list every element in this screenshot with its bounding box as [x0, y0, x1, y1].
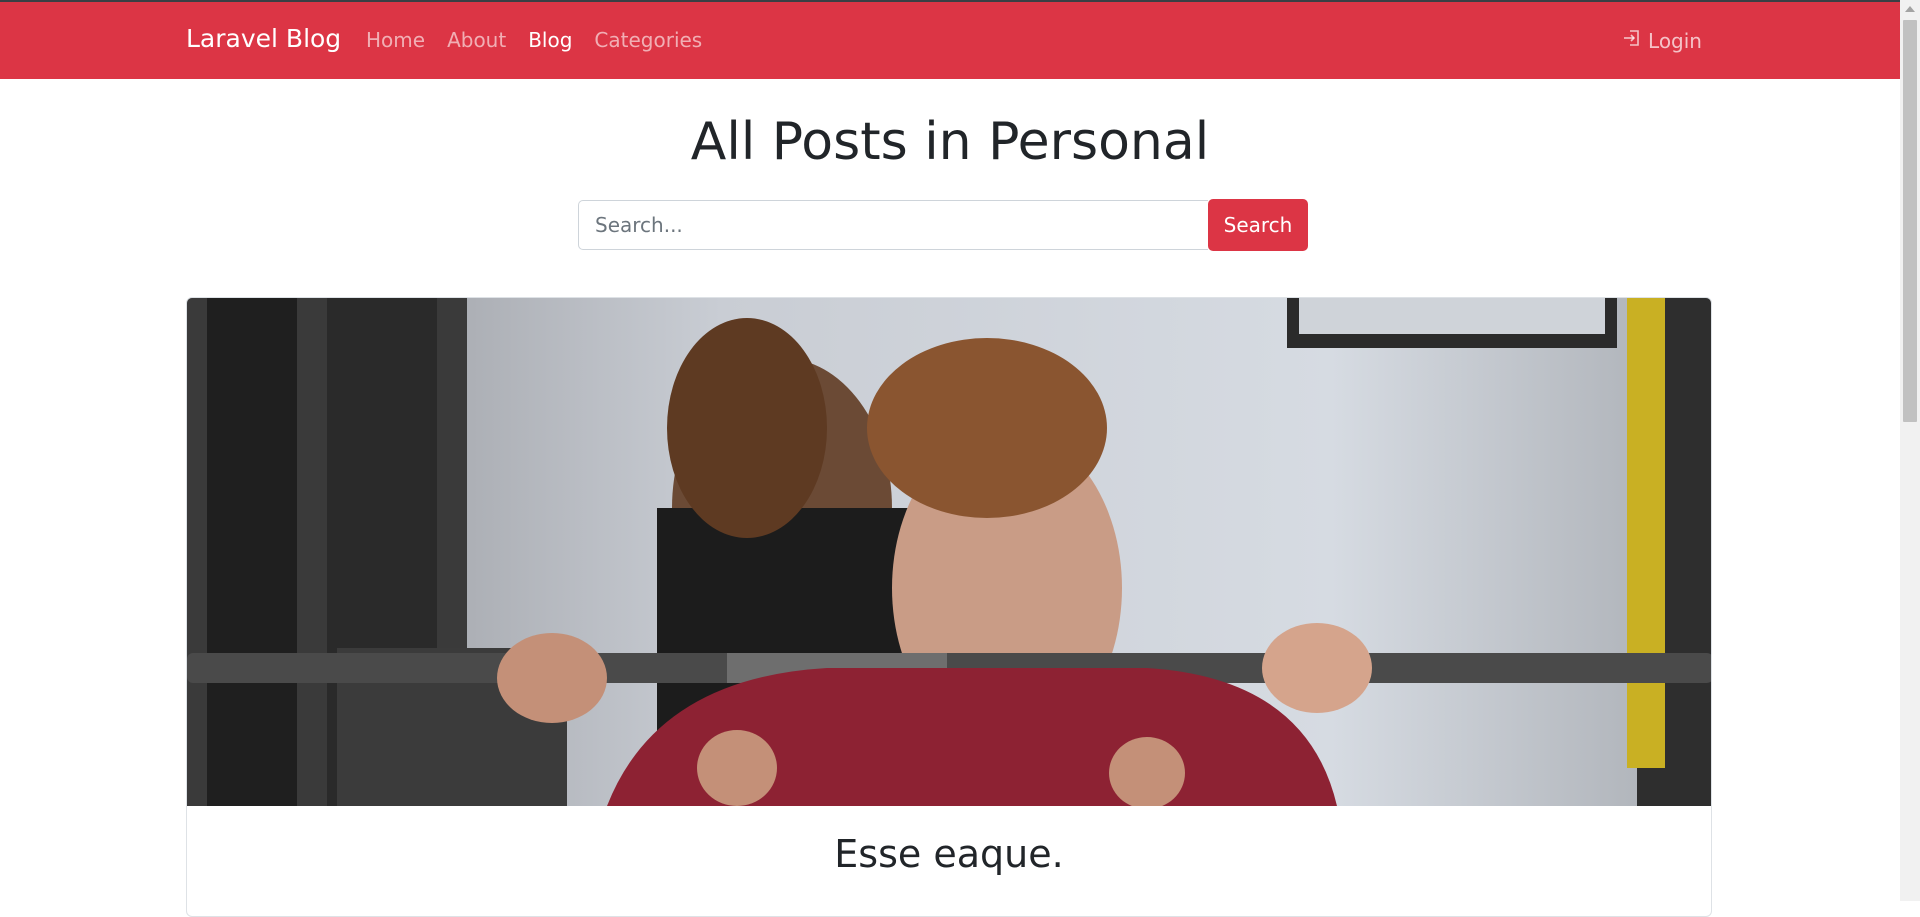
nav-link-blog[interactable]: Blog	[528, 28, 572, 52]
nav-links: Home About Blog Categories	[366, 28, 702, 52]
post-title[interactable]: Esse eaque.	[187, 832, 1711, 876]
login-label: Login	[1648, 28, 1702, 53]
login-link[interactable]: Login	[1622, 28, 1702, 53]
nav-link-categories[interactable]: Categories	[594, 28, 702, 52]
nav-link-about[interactable]: About	[447, 28, 506, 52]
search-input[interactable]	[578, 200, 1208, 250]
brand-logo-link[interactable]: Laravel Blog	[186, 24, 341, 53]
top-navbar: Laravel Blog Home About Blog Categories …	[0, 2, 1900, 79]
login-icon	[1622, 28, 1642, 53]
search-button[interactable]: Search	[1208, 199, 1308, 251]
scroll-up-arrow-icon[interactable]	[1905, 6, 1915, 12]
scrollbar-thumb[interactable]	[1903, 20, 1917, 422]
nav-link-home[interactable]: Home	[366, 28, 425, 52]
post-card: Esse eaque.	[186, 297, 1712, 917]
vertical-scrollbar[interactable]	[1900, 0, 1920, 901]
search-form: Search	[578, 199, 1308, 251]
post-image[interactable]	[187, 298, 1712, 806]
page-title: All Posts in Personal	[690, 112, 1210, 172]
